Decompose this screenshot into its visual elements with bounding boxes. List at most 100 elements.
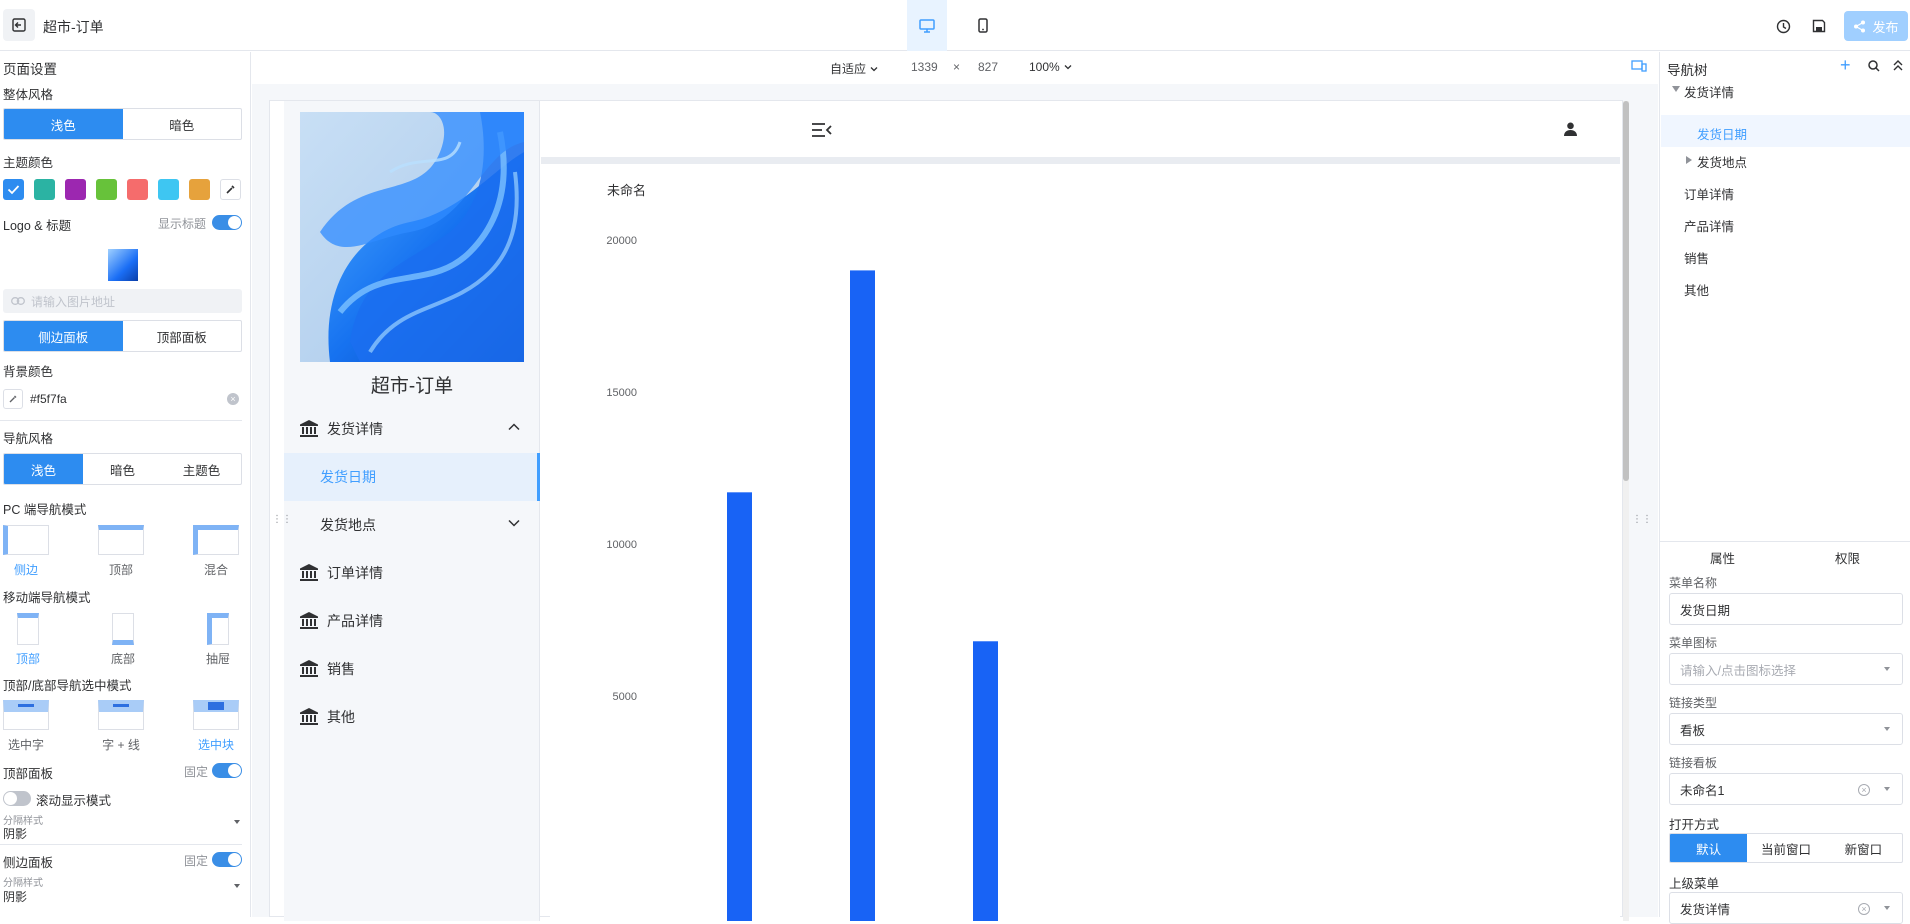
theme-color-purple[interactable] [65, 179, 86, 200]
tab-properties[interactable]: 属性 [1660, 548, 1785, 567]
caret-down-icon[interactable] [1672, 86, 1680, 92]
overall-style-label: 整体风格 [3, 88, 54, 102]
tree-item-shipping-details[interactable]: 发货详情 [1684, 82, 1734, 101]
menu-item-other[interactable]: 其他 [284, 693, 540, 741]
chevron-down-icon[interactable] [234, 884, 240, 888]
scroll-show-toggle[interactable] [3, 791, 31, 806]
menu-label: 发货地点 [320, 517, 376, 533]
style-dark-option[interactable]: 暗色 [123, 109, 242, 139]
menu-label: 订单详情 [327, 565, 383, 581]
mobile-view-button[interactable] [963, 0, 1003, 51]
mobile-nav-top-label: 顶部 [15, 652, 40, 666]
open-mode-current-window[interactable]: 当前窗口 [1747, 834, 1824, 862]
responsive-button[interactable] [1631, 60, 1647, 75]
side-panel-fixed-toggle[interactable] [212, 852, 242, 867]
fit-label: 自适应 [830, 62, 867, 76]
style-light-option[interactable]: 浅色 [4, 109, 123, 139]
theme-color-orange[interactable] [189, 179, 210, 200]
user-icon[interactable] [1564, 122, 1577, 136]
nav-theme-option[interactable]: 主题色 [162, 454, 241, 484]
bank-icon [300, 708, 318, 725]
right-resize-handle[interactable]: ⋮⋮ [1632, 514, 1652, 528]
pc-nav-side-thumb[interactable] [3, 525, 49, 555]
back-button[interactable] [3, 9, 35, 41]
custom-color-button[interactable] [220, 179, 241, 200]
clear-icon[interactable]: × [1858, 784, 1870, 796]
nav-dark-option[interactable]: 暗色 [83, 454, 162, 484]
mobile-nav-top-thumb[interactable] [17, 613, 39, 645]
link-type-select[interactable]: 看板 [1669, 713, 1903, 745]
pc-nav-mixed-thumb[interactable] [193, 525, 239, 555]
open-mode-new-window[interactable]: 新窗口 [1825, 834, 1902, 862]
pc-nav-top-thumb[interactable] [98, 525, 144, 555]
tree-item-shipping-location[interactable]: 发货地点 [1697, 152, 1747, 171]
bg-color-value[interactable]: #f5f7fa [30, 392, 67, 406]
mobile-nav-bottom-thumb[interactable] [112, 613, 134, 645]
theme-color-green[interactable] [96, 179, 117, 200]
open-mode-default[interactable]: 默认 [1670, 834, 1748, 862]
menu-item-sales[interactable]: 销售 [284, 645, 540, 693]
chevron-down-icon[interactable] [234, 820, 240, 824]
theme-color-blue[interactable] [3, 179, 24, 200]
theme-color-teal[interactable] [34, 179, 55, 200]
bg-color-picker[interactable] [3, 389, 23, 409]
clear-icon[interactable]: × [1858, 903, 1870, 915]
bank-icon [300, 660, 318, 677]
history-button[interactable] [1772, 15, 1794, 37]
divider-style-value[interactable]: 阴影 [3, 825, 27, 842]
fit-dropdown[interactable]: 自适应 [830, 60, 878, 77]
menu-item-shipping-date[interactable]: 发货日期 [284, 453, 540, 501]
link-board-select[interactable]: 未命名1 × [1669, 773, 1903, 805]
mobile-nav-drawer-thumb[interactable] [207, 613, 229, 645]
theme-color-red[interactable] [127, 179, 148, 200]
desktop-view-button[interactable] [907, 0, 947, 51]
canvas-width[interactable]: 1339 [911, 60, 938, 74]
menu-item-product-details[interactable]: 产品详情 [284, 597, 540, 645]
image-url-placeholder: 请输入图片地址 [31, 294, 116, 309]
menu-item-order-details[interactable]: 订单详情 [284, 549, 540, 597]
tree-item-sales[interactable]: 销售 [1684, 248, 1709, 267]
left-resize-handle[interactable]: ⋮⋮ [272, 514, 292, 528]
collapse-all-icon[interactable] [1893, 60, 1903, 71]
tab-permissions[interactable]: 权限 [1785, 548, 1910, 567]
menu-icon-input[interactable]: 请输入/点击图标选择 [1669, 653, 1903, 685]
publish-button[interactable]: 发布 [1844, 11, 1908, 41]
top-panel-fixed-toggle[interactable] [212, 763, 242, 778]
tree-item-shipping-date[interactable]: 发货日期 [1697, 124, 1747, 143]
side-divider-style-value[interactable]: 阴影 [3, 888, 27, 905]
add-icon[interactable]: + [1840, 55, 1851, 76]
scrollbar-thumb[interactable] [1623, 101, 1629, 481]
clear-icon[interactable]: × [227, 393, 239, 405]
preview-sidebar: 超市-订单 发货详情 发货日期 发货地点 订单详情 产品详情 销售 其他 [284, 101, 540, 921]
image-url-input[interactable]: 请输入图片地址 [3, 289, 242, 313]
caret-right-icon[interactable] [1686, 156, 1692, 164]
tree-item-order-details[interactable]: 订单详情 [1684, 184, 1734, 203]
tree-item-product-details[interactable]: 产品详情 [1684, 216, 1734, 235]
nav-light-option[interactable]: 浅色 [4, 454, 83, 484]
panel-divider[interactable] [1660, 541, 1910, 542]
zoom-dropdown[interactable]: 100% [1029, 60, 1072, 74]
menu-item-shipping-location[interactable]: 发货地点 [284, 501, 540, 549]
bar[interactable] [973, 641, 998, 921]
search-icon[interactable] [1868, 60, 1880, 72]
top-panel-option[interactable]: 顶部面板 [123, 321, 242, 351]
side-divider-style-label: 分隔样式 [3, 878, 43, 889]
parent-menu-select[interactable]: 发货详情 × [1669, 892, 1903, 924]
scroll-show-label: 滚动显示模式 [36, 794, 112, 808]
link-type-label: 链接类型 [1669, 696, 1718, 710]
menu-collapse-icon[interactable] [812, 123, 832, 137]
save-button[interactable] [1808, 15, 1830, 37]
preview-scrollbar[interactable] [1623, 101, 1629, 921]
caret-down-icon [1884, 906, 1890, 910]
side-panel-label: 侧边面板 [3, 856, 54, 870]
canvas-height[interactable]: 827 [978, 60, 998, 74]
theme-color-cyan[interactable] [158, 179, 179, 200]
menu-name-input[interactable]: 发货日期 [1669, 593, 1903, 625]
bar[interactable] [727, 492, 752, 921]
bar[interactable] [850, 270, 875, 921]
show-title-toggle[interactable] [212, 215, 242, 230]
logo-thumbnail[interactable] [108, 249, 138, 281]
menu-item-shipping-details[interactable]: 发货详情 [284, 405, 540, 453]
tree-item-other[interactable]: 其他 [1684, 280, 1709, 299]
side-panel-option[interactable]: 侧边面板 [4, 321, 123, 351]
